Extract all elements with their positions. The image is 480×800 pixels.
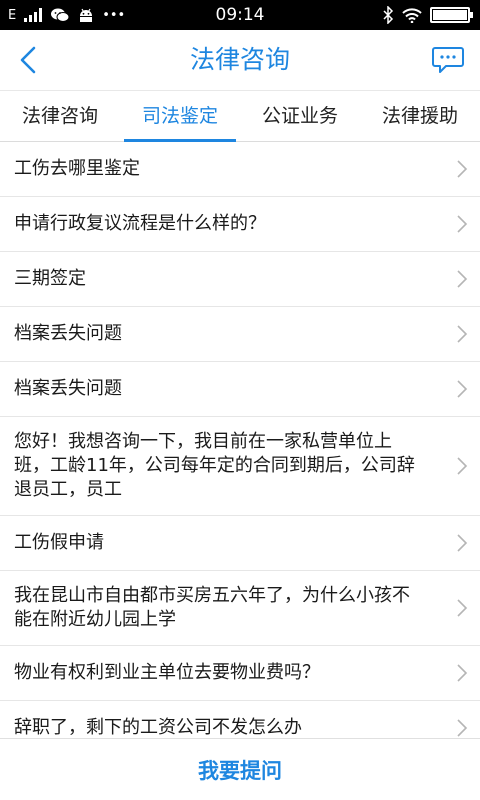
list-item[interactable]: 您好！我想咨询一下，我目前在一家私营单位上班，工龄11年，公司每年定的合同到期后… <box>0 417 480 516</box>
list-item[interactable]: 辞职了，剩下的工资公司不发怎么办 <box>0 701 480 738</box>
chevron-right-icon <box>457 380 468 398</box>
chevron-right-icon <box>457 270 468 288</box>
list-item[interactable]: 档案丢失问题 <box>0 307 480 362</box>
chevron-right-icon <box>457 215 468 233</box>
question-text: 辞职了，剩下的工资公司不发怎么办 <box>14 717 302 738</box>
question-text: 工伤去哪里鉴定 <box>14 158 140 179</box>
list-item[interactable]: 工伤去哪里鉴定 <box>0 142 480 197</box>
tab-notary-service[interactable]: 公证业务 <box>240 91 360 141</box>
tab-judicial-appraisal[interactable]: 司法鉴定 <box>120 91 240 142</box>
chevron-right-icon <box>457 457 468 475</box>
status-bar: E ••• 09:14 <box>0 0 480 30</box>
question-text: 我在昆山市自由都市买房五六年了，为什么小孩不能在附近幼儿园上学 <box>14 585 410 630</box>
question-list: 工伤去哪里鉴定 申请行政复议流程是什么样的？ 三期签定 档案丢失问题 档案丢失问… <box>0 142 480 738</box>
question-text: 工伤假申请 <box>14 532 104 553</box>
list-item[interactable]: 物业有权利到业主单位去要物业费吗？ <box>0 646 480 701</box>
question-text: 您好！我想咨询一下，我目前在一家私营单位上班，工龄11年，公司每年定的合同到期后… <box>14 431 415 500</box>
chevron-right-icon <box>457 599 468 617</box>
page-title: 法律咨询 <box>189 45 290 74</box>
chevron-right-icon <box>457 719 468 737</box>
list-item[interactable]: 档案丢失问题 <box>0 362 480 417</box>
status-right <box>382 0 473 30</box>
list-item[interactable]: 我在昆山市自由都市买房五六年了，为什么小孩不能在附近幼儿园上学 <box>0 571 480 646</box>
question-text: 申请行政复议流程是什么样的？ <box>14 213 266 234</box>
list-item[interactable]: 申请行政复议流程是什么样的？ <box>0 197 480 252</box>
question-text: 三期签定 <box>14 268 86 289</box>
chevron-right-icon <box>457 534 468 552</box>
question-text: 档案丢失问题 <box>14 378 122 399</box>
category-tabs: 法律咨询 司法鉴定 公证业务 法律援助 <box>0 90 480 142</box>
wifi-icon <box>402 8 422 23</box>
battery-icon <box>430 7 473 23</box>
question-text: 档案丢失问题 <box>14 323 122 344</box>
tab-legal-aid[interactable]: 法律援助 <box>360 91 480 141</box>
list-item[interactable]: 三期签定 <box>0 252 480 307</box>
footer-bar: 我要提问 <box>0 738 480 800</box>
tab-legal-consult[interactable]: 法律咨询 <box>0 91 120 141</box>
list-item[interactable]: 工伤假申请 <box>0 516 480 571</box>
ask-question-button[interactable]: 我要提问 <box>178 747 302 793</box>
chat-button[interactable] <box>430 42 466 78</box>
chevron-right-icon <box>457 664 468 682</box>
chevron-right-icon <box>457 325 468 343</box>
chat-bubble-icon <box>432 47 464 73</box>
app-header: 法律咨询 <box>0 30 480 90</box>
bluetooth-icon <box>383 6 394 24</box>
question-text: 物业有权利到业主单位去要物业费吗？ <box>14 662 320 683</box>
chevron-right-icon <box>457 160 468 178</box>
